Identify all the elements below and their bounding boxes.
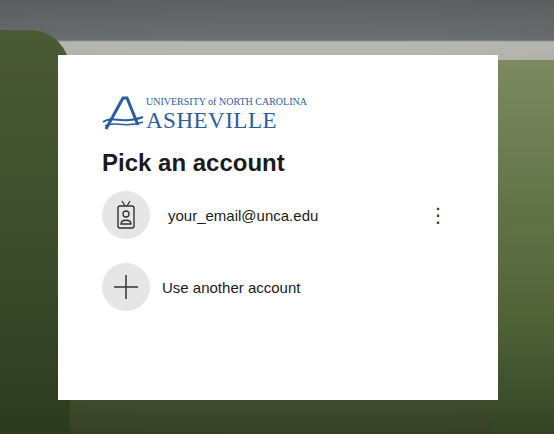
- logo-mark-icon: [102, 95, 144, 133]
- logo-university: UNIVERSITY of NORTH CAROLINA: [146, 97, 307, 107]
- add-account-circle: [102, 263, 150, 311]
- account-email: your_email@unca.edu: [168, 207, 422, 224]
- logo-asheville: ASHEVILLE: [146, 109, 307, 132]
- unca-logo: UNIVERSITY of NORTH CAROLINA ASHEVILLE: [102, 95, 454, 133]
- background-trees: [494, 60, 554, 434]
- account-avatar: [102, 191, 150, 239]
- account-picker-card: UNIVERSITY of NORTH CAROLINA ASHEVILLE Pic…: [58, 55, 498, 400]
- id-badge-icon: [114, 200, 138, 230]
- account-row[interactable]: your_email@unca.edu⋮: [102, 191, 454, 239]
- account-options-button[interactable]: ⋮: [422, 205, 454, 225]
- plus-icon: [113, 274, 139, 300]
- use-another-account-row[interactable]: Use another account: [102, 263, 454, 311]
- logo-text: UNIVERSITY of NORTH CAROLINA ASHEVILLE: [146, 97, 307, 132]
- page-title: Pick an account: [102, 149, 454, 177]
- use-another-account-label: Use another account: [162, 279, 300, 296]
